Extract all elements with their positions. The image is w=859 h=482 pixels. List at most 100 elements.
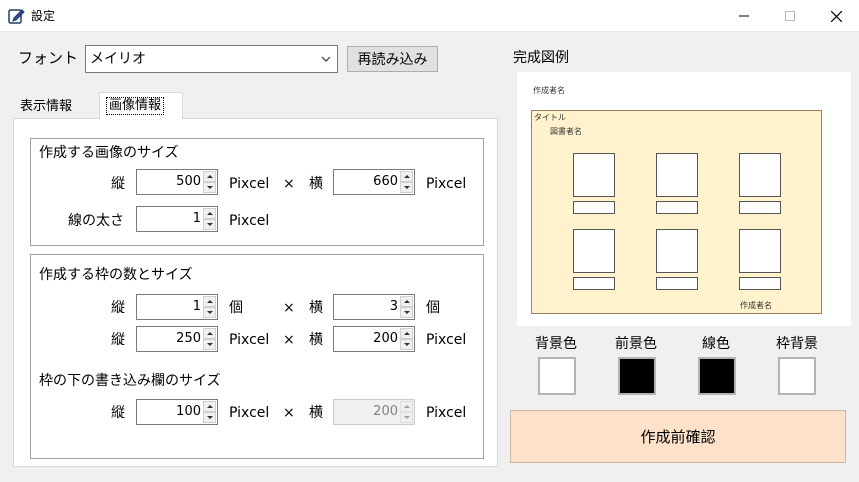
- frame-rows-stepper[interactable]: 1: [136, 294, 218, 320]
- settings-app-icon: [8, 9, 25, 24]
- arrow-down-icon: [206, 186, 213, 189]
- frame-rows-value: 1: [192, 299, 201, 314]
- frame-width-stepper[interactable]: 200: [333, 326, 415, 352]
- caption-width-value: 200: [373, 404, 398, 419]
- caption-height-label: 縦: [111, 405, 125, 421]
- font-select[interactable]: メイリオ: [85, 45, 338, 73]
- spin-down-button: [400, 412, 413, 423]
- spin-down-button[interactable]: [203, 339, 216, 350]
- image-height-stepper[interactable]: 500: [136, 169, 218, 195]
- line-color-swatch[interactable]: [698, 357, 736, 395]
- close-button[interactable]: [813, 0, 859, 32]
- preview-image-box: [656, 229, 698, 273]
- frame-height-unit: Pixcel: [229, 332, 270, 348]
- arrow-up-icon: [206, 332, 213, 335]
- caption-field-title: 枠の下の書き込み欄のサイズ: [39, 373, 221, 389]
- tab-image-info[interactable]: 画像情報: [99, 92, 183, 119]
- spin-down-button[interactable]: [400, 182, 413, 193]
- spin-buttons: [203, 328, 216, 350]
- minimize-button[interactable]: [721, 0, 767, 32]
- fg-color-label: 前景色: [615, 336, 657, 352]
- arrow-up-icon: [403, 300, 410, 303]
- spin-buttons: [203, 208, 216, 230]
- image-width-label: 横: [309, 176, 323, 192]
- frame-rows-unit: 個: [229, 300, 243, 316]
- arrow-up-icon: [206, 405, 213, 408]
- line-width-label: 線の太さ: [68, 213, 124, 229]
- tab-display-info[interactable]: 表示情報: [14, 96, 78, 118]
- frame-height-stepper[interactable]: 250: [136, 326, 218, 352]
- spin-buttons: [400, 328, 413, 350]
- preview-image-box: [573, 153, 615, 197]
- spin-up-button[interactable]: [203, 401, 216, 412]
- font-label: フォント: [18, 49, 79, 67]
- maximize-button[interactable]: [767, 0, 813, 32]
- times-sign: ×: [283, 300, 295, 316]
- frame-cols-unit: 個: [426, 300, 440, 316]
- arrow-up-icon: [403, 405, 410, 408]
- spin-down-button[interactable]: [400, 307, 413, 318]
- preview-image-box: [656, 153, 698, 197]
- arrow-down-icon: [403, 343, 410, 346]
- caption-width-unit: Pixcel: [426, 405, 467, 421]
- image-height-value: 500: [176, 174, 201, 189]
- caption-width-stepper: 200: [333, 399, 415, 425]
- image-width-stepper[interactable]: 660: [333, 169, 415, 195]
- line-color-label: 線色: [702, 336, 730, 352]
- window-title: 設定: [31, 9, 56, 23]
- confirm-before-create-button[interactable]: 作成前確認: [510, 410, 846, 463]
- line-width-value: 1: [192, 211, 201, 226]
- preview-image-box: [573, 229, 615, 273]
- close-icon: [830, 10, 842, 22]
- font-select-value: メイリオ: [90, 51, 146, 67]
- frame-height-label: 縦: [111, 332, 125, 348]
- arrow-up-icon: [403, 332, 410, 335]
- preview-title: 完成図例: [513, 50, 569, 66]
- times-sign: ×: [283, 405, 295, 421]
- preview-caption-box: [573, 201, 615, 214]
- spin-up-button[interactable]: [203, 296, 216, 307]
- minimize-icon: [739, 15, 749, 17]
- spin-up-button[interactable]: [203, 208, 216, 219]
- caption-height-unit: Pixcel: [229, 405, 270, 421]
- bg-color-label: 背景色: [535, 336, 577, 352]
- caption-height-stepper[interactable]: 100: [136, 399, 218, 425]
- times-sign: ×: [283, 332, 295, 348]
- preview-frame-title: タイトル: [534, 113, 566, 122]
- times-sign: ×: [283, 176, 295, 192]
- chevron-down-icon: [321, 56, 331, 62]
- preview-illustrator: 図書者名: [550, 127, 582, 136]
- arrow-up-icon: [206, 300, 213, 303]
- spin-down-button[interactable]: [203, 307, 216, 318]
- arrow-down-icon: [403, 416, 410, 419]
- spin-down-button[interactable]: [203, 412, 216, 423]
- frame-cols-value: 3: [389, 299, 398, 314]
- spin-up-button[interactable]: [400, 171, 413, 182]
- preview-image-box: [739, 153, 781, 197]
- spin-down-button[interactable]: [203, 182, 216, 193]
- fg-color-swatch[interactable]: [618, 357, 656, 395]
- spin-buttons: [400, 296, 413, 318]
- spin-up-button[interactable]: [400, 328, 413, 339]
- spin-buttons: [203, 171, 216, 193]
- reload-button[interactable]: 再読み込み: [347, 46, 438, 72]
- spin-buttons: [400, 171, 413, 193]
- spin-up-button[interactable]: [400, 296, 413, 307]
- line-width-stepper[interactable]: 1: [136, 206, 218, 232]
- preview-canvas: 作成者名 タイトル 図書者名 作成者名: [517, 72, 851, 326]
- spin-up-button[interactable]: [203, 171, 216, 182]
- spin-buttons: [203, 296, 216, 318]
- frame-cols-stepper[interactable]: 3: [333, 294, 415, 320]
- arrow-up-icon: [403, 175, 410, 178]
- frame-bg-color-swatch[interactable]: [778, 357, 816, 395]
- preview-frame: タイトル 図書者名 作成者名: [531, 110, 822, 314]
- frame-rows-label: 縦: [111, 300, 125, 316]
- spin-down-button[interactable]: [203, 219, 216, 230]
- frame-width-value: 200: [373, 331, 398, 346]
- preview-caption-box: [573, 277, 615, 290]
- image-height-unit: Pixcel: [229, 176, 270, 192]
- spin-up-button: [400, 401, 413, 412]
- spin-down-button[interactable]: [400, 339, 413, 350]
- bg-color-swatch[interactable]: [538, 357, 576, 395]
- spin-up-button[interactable]: [203, 328, 216, 339]
